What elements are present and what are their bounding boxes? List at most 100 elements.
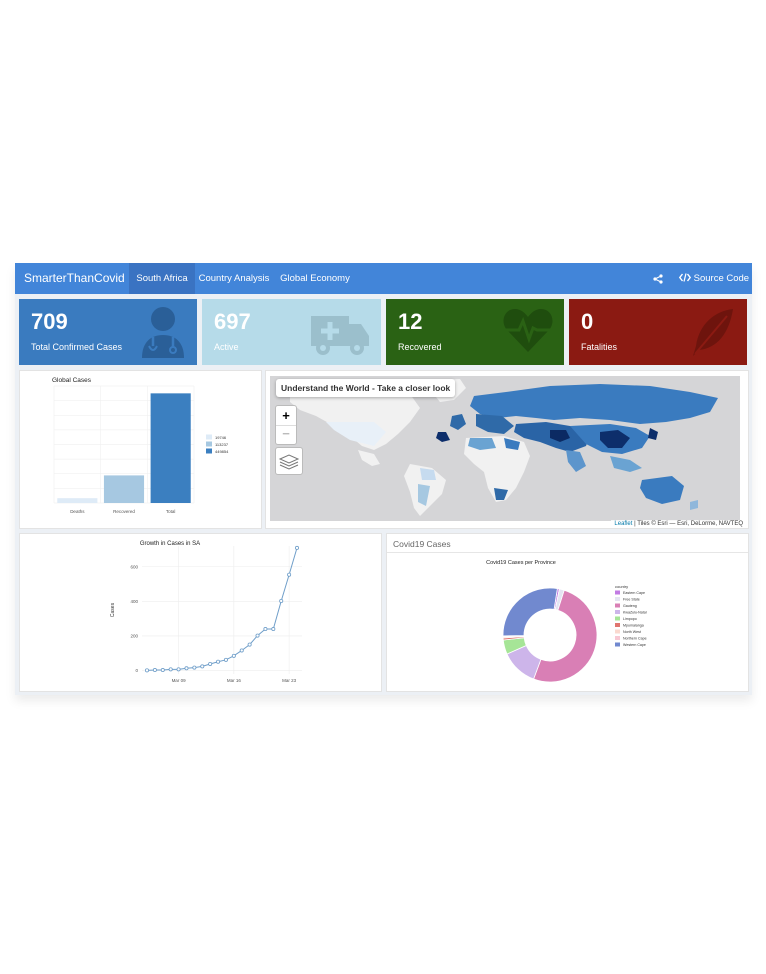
- growth-point: [223, 657, 228, 662]
- share-icon: [653, 274, 663, 284]
- growth-point: [263, 627, 268, 632]
- province-panel-header: Covid19 Cases: [387, 534, 748, 553]
- pie-slice: [502, 587, 558, 637]
- province-panel-title: Covid19 Cases: [393, 539, 451, 549]
- layers-button[interactable]: [275, 447, 303, 475]
- world-map[interactable]: [270, 376, 740, 521]
- bar-x-tick-label: Deaths: [70, 509, 85, 514]
- fatalities-label: Fatalities: [581, 342, 618, 352]
- ambulance-icon: [311, 316, 369, 355]
- pie-legend-swatch: [615, 616, 620, 621]
- code-icon: [678, 273, 692, 282]
- line-y-axis-label: Cases: [110, 602, 116, 617]
- map-attribution: Leaflet | Tiles © Esri — Esri, DeLorme, …: [611, 520, 746, 528]
- global-cases-chart: Global Cases Deaths Recovered Total 19746 113…: [52, 377, 229, 514]
- navbar: SmarterThanCovid South Africa Country An…: [15, 263, 752, 294]
- value-box-recovered: 12 Recovered: [386, 299, 564, 365]
- pie-legend-label: North West: [623, 630, 641, 634]
- source-code-link[interactable]: Source Code: [678, 263, 751, 294]
- bar: [57, 498, 98, 503]
- line-y-tick-label: 200: [130, 633, 138, 638]
- growth-point: [279, 599, 284, 604]
- pie-chart-title: Covid19 Cases per Province: [486, 560, 556, 566]
- growth-point: [271, 627, 276, 632]
- tab-country-analysis[interactable]: Country Analysis: [197, 263, 271, 294]
- pie-legend-swatch: [615, 623, 620, 627]
- bar-legend-swatch: [206, 448, 212, 454]
- growth-point: [231, 653, 236, 658]
- total-confirmed-label: Total Confirmed Cases: [31, 342, 123, 352]
- pie-legend-swatch: [615, 603, 620, 608]
- leaflet-link[interactable]: Leaflet: [614, 521, 632, 527]
- pie-legend-title: country: [615, 584, 628, 589]
- growth-point: [247, 642, 252, 647]
- pie-legend-label: Northern Cape: [623, 637, 647, 641]
- growth-point: [160, 668, 165, 673]
- growth-chart: Growth in Cases in SA 0 200 400 600 Mar 09 Mar…: [110, 541, 302, 683]
- pie-legend-swatch: [615, 642, 620, 647]
- pie-legend-label: KwaZulu-Natal: [623, 611, 647, 615]
- growth-point: [176, 667, 181, 672]
- province-chart: Covid19 Cases per Province country Eastern…: [486, 560, 647, 683]
- total-confirmed-value: 709: [31, 309, 68, 334]
- growth-point: [208, 661, 213, 666]
- layers-icon: [278, 454, 300, 470]
- value-box-total-confirmed: 709 Total Confirmed Cases: [19, 299, 197, 365]
- growth-point: [200, 664, 205, 669]
- pie-legend-label: Gauteng: [623, 604, 637, 608]
- bar-x-tick-label: Recovered: [113, 509, 135, 514]
- pie-legend-label: Mpumalanga: [623, 624, 644, 628]
- fatalities-value: 0: [581, 309, 594, 334]
- bar-legend-label: 19746: [215, 435, 227, 440]
- province-panel: Covid19 Cases Covid19 Cases per Province…: [386, 533, 749, 692]
- growth-panel: Growth in Cases in SA 0 200 400 600 Mar 09 Mar…: [19, 533, 382, 692]
- value-box-fatalities: 0 Fatalities: [569, 299, 747, 365]
- line-x-tick-label: Mar 23: [282, 678, 297, 683]
- heartbeat-icon: [503, 309, 553, 352]
- growth-point: [152, 668, 157, 673]
- line-x-tick-label: Mar 16: [227, 678, 242, 683]
- line-chart-title: Growth in Cases in SA: [140, 541, 200, 547]
- pie-legend-swatch: [615, 629, 620, 634]
- active-value: 697: [214, 309, 251, 334]
- value-box-active: 697 Active: [202, 299, 381, 365]
- world-map-panel: Understand the World - Take a closer loo…: [265, 370, 749, 529]
- growth-point: [192, 665, 197, 670]
- world-map-countries: [290, 379, 718, 516]
- recovered-label: Recovered: [398, 342, 442, 352]
- brand-title[interactable]: SmarterThanCovid: [24, 263, 125, 294]
- pie-legend-swatch: [615, 590, 620, 595]
- map-zoom-control: + −: [275, 405, 297, 445]
- bar-chart-title: Global Cases: [52, 377, 92, 384]
- global-cases-panel: Global Cases Deaths Recovered Total 19746 113…: [19, 370, 262, 529]
- pie-legend-swatch: [615, 636, 620, 640]
- pie-legend-label: Western Cape: [623, 643, 646, 647]
- line-y-tick-label: 400: [130, 599, 138, 604]
- growth-point: [168, 667, 173, 672]
- line-x-tick-label: Mar 09: [172, 678, 187, 683]
- feather-icon: [693, 309, 733, 356]
- doctor-icon: [142, 307, 184, 358]
- growth-point: [255, 633, 260, 638]
- zoom-in-button[interactable]: +: [276, 406, 296, 425]
- zoom-out-button[interactable]: −: [276, 425, 296, 444]
- share-button[interactable]: [653, 263, 665, 294]
- pie-legend-swatch: [615, 597, 620, 601]
- tab-south-africa[interactable]: South Africa: [129, 263, 195, 294]
- pie-legend-label: Free State: [623, 598, 640, 602]
- pie-legend-label: Limpopo: [623, 617, 637, 621]
- map-title: Understand the World - Take a closer loo…: [276, 379, 456, 397]
- bar-legend-swatch: [206, 441, 212, 447]
- dashboard-app: SmarterThanCovid South Africa Country An…: [15, 263, 752, 695]
- bar: [150, 393, 191, 503]
- growth-point: [287, 572, 292, 577]
- bar-x-tick-label: Total: [166, 509, 176, 514]
- map-attribution-text: | Tiles © Esri — Esri, DeLorme, NAVTEQ: [632, 521, 743, 527]
- growth-line: [146, 547, 298, 671]
- recovered-value: 12: [398, 309, 423, 334]
- active-label: Active: [214, 342, 239, 352]
- growth-point: [145, 668, 150, 673]
- growth-point: [239, 648, 244, 653]
- pie-legend-swatch: [615, 610, 620, 614]
- tab-global-economy[interactable]: Global Economy: [278, 263, 352, 294]
